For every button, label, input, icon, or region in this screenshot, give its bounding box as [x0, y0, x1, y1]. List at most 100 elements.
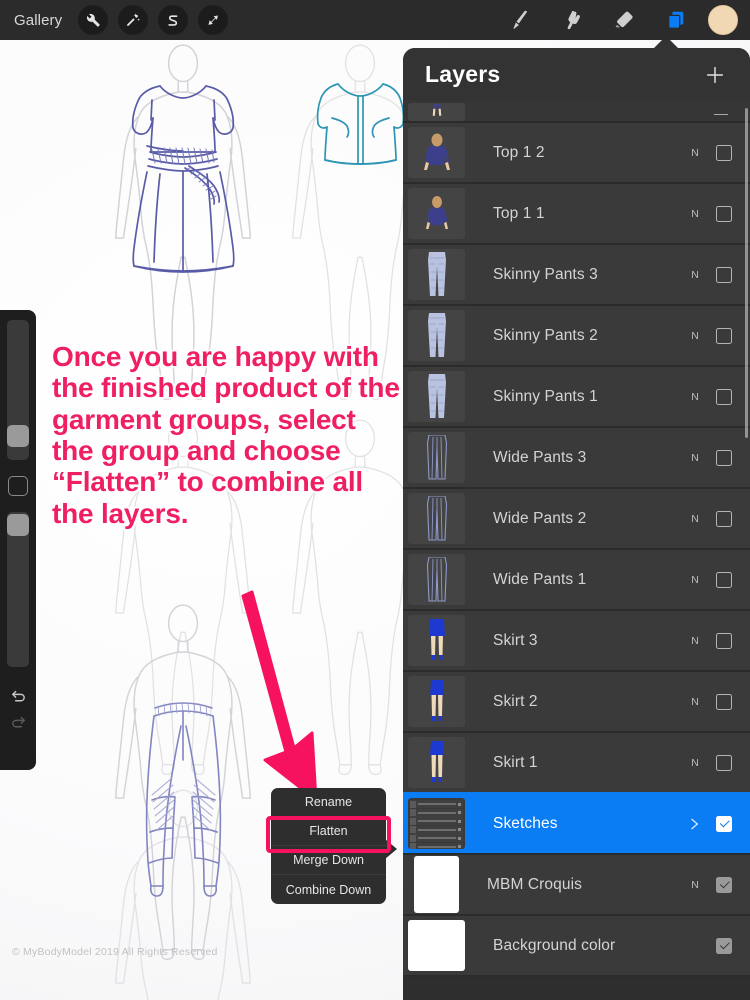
- gallery-button[interactable]: Gallery: [14, 12, 62, 29]
- layer-visibility-checkbox[interactable]: [716, 388, 732, 405]
- layer-collapse-indicator: —: [714, 105, 728, 121]
- layers-panel-actions: [700, 60, 730, 90]
- table-row[interactable]: Top 1 2 N: [403, 123, 750, 184]
- transform-arrow-icon[interactable]: [198, 5, 229, 35]
- blend-mode-label[interactable]: N: [684, 391, 706, 403]
- blend-mode-label[interactable]: N: [684, 513, 706, 525]
- layers-panel: Layers — Top 1 2 N Top 1 1 N Skinny Pant…: [403, 48, 750, 1000]
- layer-name: Top 1 2: [493, 143, 545, 161]
- layer-thumbnail: [408, 432, 465, 483]
- layer-name: MBM Croquis: [487, 875, 582, 893]
- table-row[interactable]: Wide Pants 3 N: [403, 428, 750, 489]
- layer-context-menu: Rename Flatten Merge Down Combine Down: [271, 788, 386, 904]
- adjustments-wand-icon[interactable]: [118, 5, 149, 35]
- layer-thumbnail: [408, 615, 465, 666]
- actions-wrench-icon[interactable]: [78, 5, 109, 35]
- layer-name: Skirt 1: [493, 753, 538, 771]
- layers-icon[interactable]: [656, 2, 696, 38]
- layer-thumbnail: [408, 920, 465, 971]
- table-row[interactable]: Wide Pants 1 N: [403, 550, 750, 611]
- table-row[interactable]: Skirt 3 N: [403, 611, 750, 672]
- layer-name: Background color: [493, 936, 616, 954]
- table-row[interactable]: Wide Pants 2 N: [403, 489, 750, 550]
- layer-visibility-checkbox[interactable]: [716, 876, 732, 893]
- chevron-right-icon[interactable]: [686, 816, 702, 832]
- layer-visibility-checkbox[interactable]: [716, 632, 732, 649]
- layer-thumbnail: [408, 310, 465, 361]
- layer-name: Skirt 3: [493, 631, 538, 649]
- eraser-icon[interactable]: [604, 2, 644, 38]
- table-row[interactable]: Skirt 1 N: [403, 733, 750, 794]
- blend-mode-label[interactable]: N: [684, 269, 706, 281]
- layer-name: Skirt 2: [493, 692, 538, 710]
- table-row[interactable]: Skinny Pants 2 N: [403, 306, 750, 367]
- layer-visibility-checkbox[interactable]: [716, 754, 732, 771]
- selection-s-icon[interactable]: [158, 5, 189, 35]
- context-menu-item-merge-down[interactable]: Merge Down: [271, 846, 386, 875]
- brush-size-slider[interactable]: [7, 320, 29, 460]
- layer-visibility-checkbox[interactable]: [716, 510, 732, 527]
- blend-mode-label[interactable]: N: [684, 147, 706, 159]
- layer-name: Wide Pants 1: [493, 570, 587, 588]
- table-row[interactable]: Skirt 2 N: [403, 672, 750, 733]
- context-menu-item-rename[interactable]: Rename: [271, 788, 386, 817]
- layer-visibility-checkbox[interactable]: [716, 449, 732, 466]
- layer-visibility-checkbox[interactable]: [716, 266, 732, 283]
- brush-size-thumb[interactable]: [7, 425, 29, 447]
- layer-name: Wide Pants 3: [493, 448, 587, 466]
- table-row[interactable]: Top 1 1 N: [403, 184, 750, 245]
- redo-icon[interactable]: [5, 709, 31, 735]
- blend-mode-label[interactable]: N: [684, 208, 706, 220]
- brush-opacity-thumb[interactable]: [7, 514, 29, 536]
- layer-thumbnail: [408, 127, 465, 178]
- layer-name: Skinny Pants 3: [493, 265, 598, 283]
- layer-group-thumbnail: [408, 798, 465, 849]
- color-swatch-button[interactable]: [708, 5, 738, 35]
- layer-thumbnail: [408, 103, 465, 121]
- blend-mode-label[interactable]: N: [684, 574, 706, 586]
- layer-visibility-checkbox[interactable]: [716, 693, 732, 710]
- layer-visibility-checkbox[interactable]: [716, 937, 732, 954]
- layer-visibility-checkbox[interactable]: [716, 205, 732, 222]
- undo-icon[interactable]: [5, 683, 31, 709]
- layer-visibility-checkbox[interactable]: [716, 571, 732, 588]
- group-mini-layer-list: [408, 798, 465, 849]
- context-menu-pointer: [385, 839, 397, 859]
- layer-thumbnail: [408, 676, 465, 727]
- layer-visibility-checkbox[interactable]: [716, 815, 732, 832]
- context-menu-item-combine-down[interactable]: Combine Down: [271, 875, 386, 904]
- layer-visibility-checkbox[interactable]: [716, 327, 732, 344]
- blend-mode-label[interactable]: N: [684, 757, 706, 769]
- layer-thumbnail: [408, 249, 465, 300]
- blend-mode-label[interactable]: N: [684, 879, 706, 891]
- blend-mode-label[interactable]: N: [684, 330, 706, 342]
- layer-name: Sketches: [493, 814, 558, 832]
- layer-visibility-checkbox[interactable]: [716, 144, 732, 161]
- table-row[interactable]: Skinny Pants 3 N: [403, 245, 750, 306]
- layer-name: Top 1 1: [493, 204, 545, 222]
- table-row[interactable]: Background color: [403, 916, 750, 977]
- layer-thumbnail: [408, 737, 465, 788]
- paint-brush-icon[interactable]: [500, 2, 540, 38]
- blend-mode-label[interactable]: N: [684, 635, 706, 647]
- copyright-footer: © MyBodyModel 2019 All Rights Reserved: [12, 946, 218, 958]
- smudge-icon[interactable]: [552, 2, 592, 38]
- layers-scrollbar[interactable]: [745, 108, 748, 438]
- layers-panel-title: Layers: [425, 61, 501, 87]
- brush-opacity-slider[interactable]: [7, 512, 29, 667]
- context-menu-item-flatten[interactable]: Flatten: [271, 817, 386, 846]
- layer-name: Skinny Pants 2: [493, 326, 598, 344]
- table-row[interactable]: —: [403, 101, 750, 123]
- add-layer-button[interactable]: [700, 60, 730, 90]
- instruction-annotation: Once you are happy with the finished pro…: [52, 341, 400, 529]
- layer-name: Wide Pants 2: [493, 509, 587, 527]
- table-row[interactable]: Skinny Pants 1 N: [403, 367, 750, 428]
- blend-mode-label[interactable]: N: [684, 696, 706, 708]
- table-row-sketches-group[interactable]: Sketches: [403, 792, 750, 857]
- left-tool-sidebar: [0, 310, 36, 770]
- layer-thumbnail: [408, 188, 465, 239]
- table-row[interactable]: MBM Croquis N: [403, 855, 750, 916]
- blend-mode-label[interactable]: N: [684, 452, 706, 464]
- modify-button[interactable]: [8, 476, 28, 496]
- layer-list[interactable]: — Top 1 2 N Top 1 1 N Skinny Pants 3 N S…: [403, 101, 750, 1000]
